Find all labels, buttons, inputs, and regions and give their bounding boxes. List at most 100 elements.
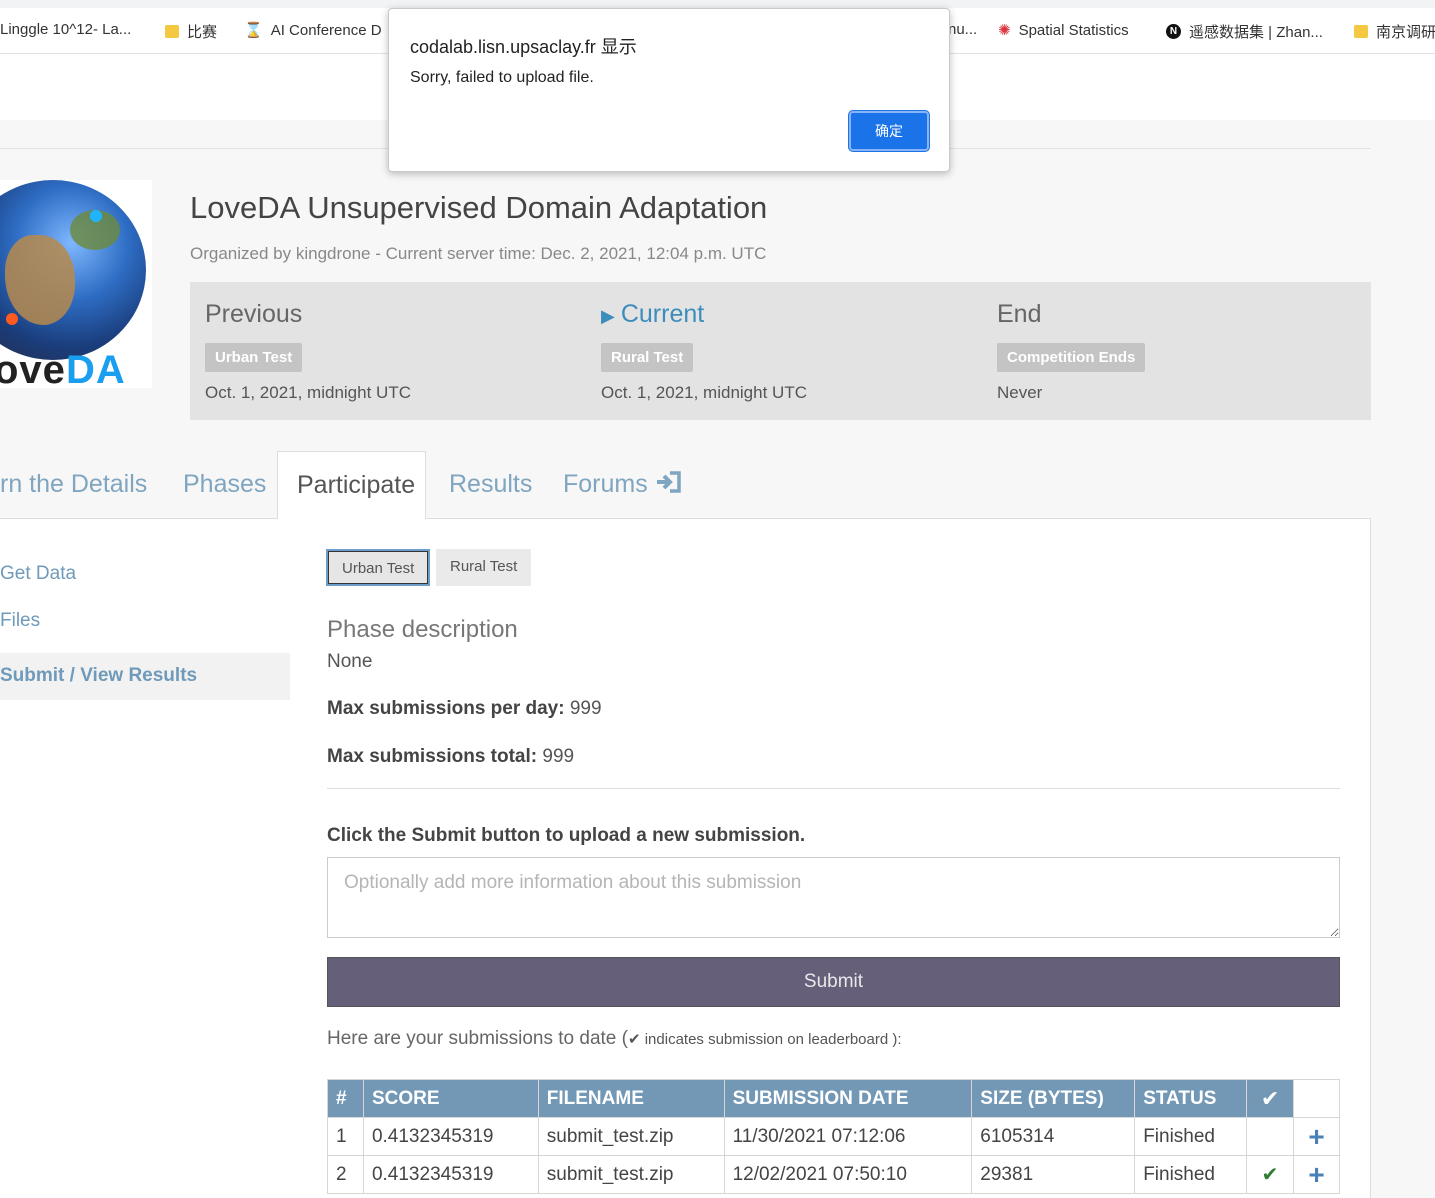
phase-badge: Rural Test <box>601 343 694 372</box>
bookmark-linggle[interactable]: Linggle 10^12- La... <box>0 21 131 38</box>
col-header-leaderboard: ✔ <box>1246 1079 1295 1118</box>
phase-date: Oct. 1, 2021, midnight UTC <box>601 383 807 402</box>
cell-filename: submit_test.zip <box>537 1155 725 1194</box>
cell-date: 12/02/2021 07:50:10 <box>723 1155 973 1194</box>
notion-icon: N <box>1166 24 1181 39</box>
phase-heading-text: Current <box>620 300 705 328</box>
cell-score: 0.4132345319 <box>362 1155 539 1194</box>
check-icon: ✔ <box>1261 1164 1279 1186</box>
cell-leaderboard[interactable]: ✔ <box>1246 1155 1295 1194</box>
competition-title: LoveDA Unsupervised Domain Adaptation <box>190 190 768 225</box>
tab-participate[interactable]: Participate <box>277 451 426 519</box>
bookmark-label: 遥感数据集 | Zhan... <box>1189 24 1323 41</box>
section-divider <box>327 788 1340 789</box>
cell-date: 11/30/2021 07:12:06 <box>723 1117 973 1156</box>
tab-results[interactable]: Results <box>449 470 532 499</box>
cell-num: 2 <box>327 1155 364 1194</box>
submissions-note-small: indicates submission on leaderboard ): <box>640 1031 902 1048</box>
phase-badge: Competition Ends <box>997 343 1146 372</box>
submission-notes-input[interactable] <box>327 857 1340 938</box>
expand-plus-icon[interactable]: + <box>1293 1117 1340 1156</box>
bookmark-ai-conference[interactable]: ⌛ AI Conference D <box>244 21 382 40</box>
bookmark-label: Spatial Statistics <box>1018 21 1129 39</box>
tab-learn-details[interactable]: rn the Details <box>0 470 147 499</box>
phase-button-rural-test[interactable]: Rural Test <box>436 549 532 586</box>
max-day-value: 999 <box>569 698 602 719</box>
sidebar-item-get-data[interactable]: Get Data <box>0 559 290 606</box>
hourglass-icon: ⌛ <box>244 22 263 39</box>
folder-icon <box>165 25 179 38</box>
col-header-date[interactable]: SUBMISSION DATE <box>723 1079 973 1118</box>
tab-forums-label: Forums <box>563 470 648 499</box>
phase-description-value: None <box>327 651 373 672</box>
table-header-row: # SCORE FILENAME SUBMISSION DATE SIZE (B… <box>327 1079 1340 1118</box>
submit-instructions: Click the Submit button to upload a new … <box>327 825 806 846</box>
tab-forums[interactable]: Forums <box>563 470 683 501</box>
col-header-score[interactable]: SCORE <box>362 1079 539 1118</box>
cell-size: 29381 <box>971 1155 1136 1194</box>
submit-button[interactable]: Submit <box>327 957 1340 1007</box>
col-header-size[interactable]: SIZE (BYTES) <box>971 1079 1136 1118</box>
participate-sidebar: Get Data Files Submit / View Results <box>0 559 290 700</box>
bookmark-label: Linggle 10^12- La... <box>0 21 132 38</box>
bookmark-spatial-statistics[interactable]: ✺ Spatial Statistics <box>998 21 1129 40</box>
phase-badge: Urban Test <box>205 343 303 372</box>
cell-leaderboard[interactable] <box>1246 1117 1295 1156</box>
dialog-origin: codalab.lisn.upsaclay.fr 显示 <box>410 37 637 57</box>
play-arrow-icon: ▶ <box>601 306 615 326</box>
competition-logo: oveDA <box>0 180 152 388</box>
col-header-num[interactable]: # <box>327 1079 364 1118</box>
logo-text: oveDA <box>0 348 126 388</box>
submissions-table: # SCORE FILENAME SUBMISSION DATE SIZE (B… <box>327 1079 1340 1194</box>
max-submissions-day: Max submissions per day: 999 <box>327 698 602 720</box>
cell-size: 6105314 <box>971 1117 1136 1156</box>
phase-date: Oct. 1, 2021, midnight UTC <box>205 383 411 402</box>
col-header-filename[interactable]: FILENAME <box>537 1079 725 1118</box>
submissions-note-text: Here are your submissions to date ( <box>327 1028 628 1049</box>
cell-status: Finished <box>1134 1117 1248 1156</box>
bookmark-nanjing[interactable]: 南京调研 <box>1354 21 1435 42</box>
bookmark-label: nu... <box>948 21 978 38</box>
phase-date: Never <box>997 383 1043 402</box>
col-header-status[interactable]: STATUS <box>1134 1079 1248 1118</box>
bookmark-label: 南京调研 <box>1376 24 1435 41</box>
sign-in-icon <box>655 470 683 501</box>
phase-heading: Previous <box>205 300 303 328</box>
tab-phases[interactable]: Phases <box>183 470 266 499</box>
cell-status: Finished <box>1134 1155 1248 1194</box>
spatial-stats-icon: ✺ <box>998 22 1011 39</box>
phase-description-title: Phase description <box>327 616 518 643</box>
bookmark-rs-dataset[interactable]: N 遥感数据集 | Zhan... <box>1166 21 1323 42</box>
sidebar-item-submit-results[interactable]: Submit / View Results <box>0 653 290 700</box>
expand-plus-icon[interactable]: + <box>1293 1155 1340 1194</box>
table-row: 1 0.4132345319 submit_test.zip 11/30/202… <box>327 1117 1340 1156</box>
max-total-value: 999 <box>542 746 575 767</box>
dialog-message: Sorry, failed to upload file. <box>410 69 594 86</box>
phase-heading: End <box>997 300 1042 328</box>
alert-dialog: codalab.lisn.upsaclay.fr 显示 Sorry, faile… <box>388 8 950 172</box>
tabs-divider <box>0 518 1371 519</box>
table-row: 2 0.4132345319 submit_test.zip 12/02/202… <box>327 1155 1340 1194</box>
phase-button-urban-test[interactable]: Urban Test <box>326 549 431 586</box>
dialog-ok-button[interactable]: 确定 <box>849 111 929 151</box>
globe-marker <box>6 313 18 325</box>
max-submissions-total: Max submissions total: 999 <box>327 746 574 768</box>
cell-filename: submit_test.zip <box>537 1117 725 1156</box>
bookmark-label: AI Conference D <box>270 21 382 39</box>
submissions-note: Here are your submissions to date (✔ ind… <box>327 1028 902 1050</box>
phase-heading: ▶ Current <box>601 300 704 329</box>
sidebar-item-files[interactable]: Files <box>0 606 290 653</box>
cell-num: 1 <box>327 1117 364 1156</box>
col-header-actions <box>1293 1079 1340 1118</box>
bookmark-competitions[interactable]: 比赛 <box>165 21 217 42</box>
max-day-label: Max submissions per day: <box>327 698 565 719</box>
folder-icon <box>1354 25 1368 38</box>
cell-score: 0.4132345319 <box>362 1117 539 1156</box>
globe-marker <box>90 210 102 222</box>
tab-strip-edge <box>0 0 1435 8</box>
check-icon: ✔ <box>627 1031 641 1048</box>
bookmark-label: 比赛 <box>187 24 218 41</box>
competition-subtitle: Organized by kingdrone - Current server … <box>190 244 767 263</box>
max-total-label: Max submissions total: <box>327 746 538 767</box>
bookmark-truncated[interactable]: nu... <box>948 21 977 38</box>
